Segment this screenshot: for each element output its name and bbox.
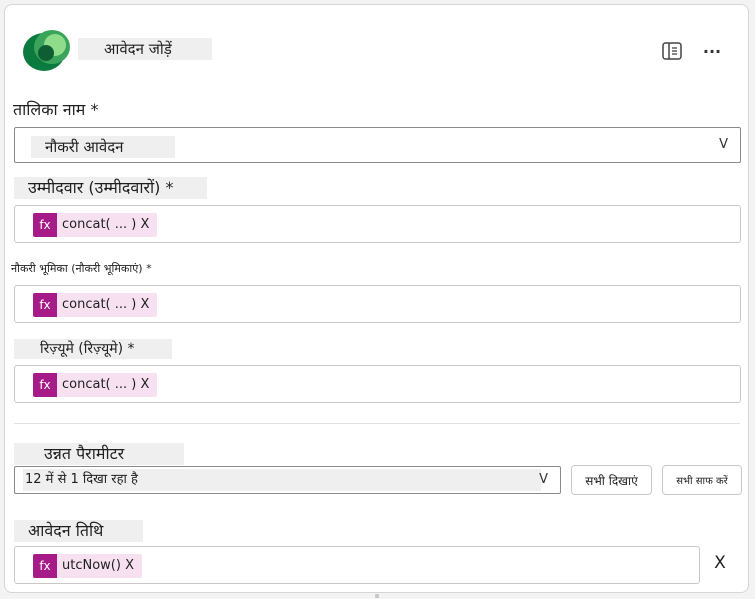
resume-label: रिज़्यूमे (रिज़्यूमे) *	[14, 339, 172, 359]
application-date-field[interactable]: fx utcNow() X	[14, 546, 700, 584]
job-role-label: नौकरी भूमिका (नौकरी भूमिकाएं) *	[11, 262, 152, 275]
side-panel-icon[interactable]	[661, 40, 683, 62]
clear-all-button[interactable]: सभी साफ करें	[662, 465, 742, 495]
table-name-value: नौकरी आवेदन	[31, 136, 175, 158]
job-role-expression-token[interactable]: fx concat( ... ) X	[33, 293, 158, 317]
show-all-button[interactable]: सभी दिखाएं	[571, 465, 652, 495]
remove-parameter-button[interactable]: X	[709, 551, 731, 575]
fx-icon: fx	[33, 373, 57, 397]
dataverse-logo-icon	[23, 30, 70, 71]
chevron-down-icon: V	[719, 137, 728, 152]
section-divider	[14, 423, 740, 424]
table-name-select[interactable]: नौकरी आवेदन V	[14, 127, 741, 163]
advanced-parameters-label: उन्नत पैरामीटर	[14, 443, 184, 465]
application-date-label: आवेदन तिथि	[14, 520, 143, 542]
advanced-parameters-select[interactable]: 12 में से 1 दिखा रहा है V	[14, 466, 561, 494]
candidate-field[interactable]: fx concat( ... ) X	[14, 205, 741, 243]
resume-expression-token[interactable]: fx concat( ... ) X	[33, 373, 158, 397]
fx-icon: fx	[33, 293, 57, 317]
resume-field[interactable]: fx concat( ... ) X	[14, 365, 741, 403]
job-role-expression: concat( ... ) X	[62, 297, 150, 312]
fx-icon: fx	[33, 213, 57, 237]
application-date-expression-token[interactable]: fx utcNow() X	[33, 554, 142, 578]
application-date-expression: utcNow() X	[62, 558, 134, 573]
candidate-label: उम्मीदवार (उम्मीदवारों) *	[14, 177, 207, 199]
fx-icon: fx	[33, 554, 57, 578]
chevron-down-icon: V	[539, 472, 548, 487]
job-role-field[interactable]: fx concat( ... ) X	[14, 285, 741, 323]
candidate-expression-token[interactable]: fx concat( ... ) X	[33, 213, 158, 237]
advanced-parameters-value: 12 में से 1 दिखा रहा है	[23, 469, 541, 491]
resize-handle[interactable]	[375, 594, 379, 598]
page-title: आवेदन जोड़ें	[78, 38, 212, 60]
more-options-icon[interactable]: ···	[700, 40, 724, 62]
table-name-label: तालिका नाम *	[13, 100, 99, 119]
resume-expression: concat( ... ) X	[62, 377, 150, 392]
candidate-expression: concat( ... ) X	[62, 217, 150, 232]
